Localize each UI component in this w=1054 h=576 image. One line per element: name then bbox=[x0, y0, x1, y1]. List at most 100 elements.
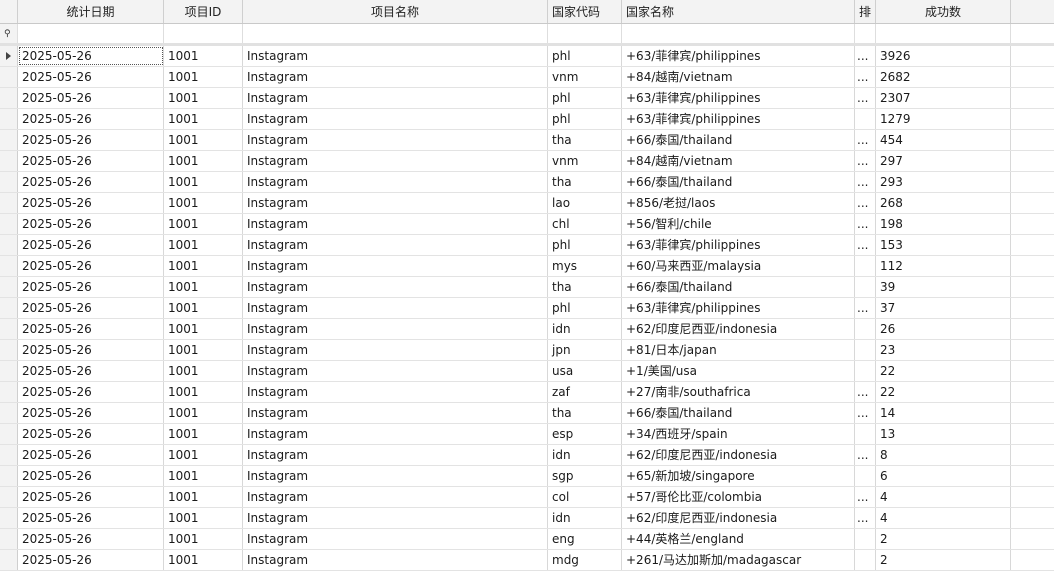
cell-truncated[interactable] bbox=[855, 424, 876, 444]
cell-success-count[interactable]: 37 bbox=[876, 298, 1011, 318]
cell-project-id[interactable]: 1001 bbox=[164, 529, 243, 549]
cell-project-id[interactable]: 1001 bbox=[164, 277, 243, 297]
row-indicator[interactable] bbox=[0, 46, 18, 66]
cell-country-code[interactable]: jpn bbox=[548, 340, 622, 360]
cell-country-code[interactable]: phl bbox=[548, 109, 622, 129]
auto-filter-row[interactable]: ⚲ bbox=[0, 24, 1054, 46]
cell-project-name[interactable]: Instagram bbox=[243, 445, 548, 465]
cell-project-id[interactable]: 1001 bbox=[164, 67, 243, 87]
cell-country-code[interactable]: idn bbox=[548, 319, 622, 339]
cell-date[interactable]: 2025-05-26 bbox=[18, 256, 164, 276]
table-row[interactable]: 2025-05-26 1001 Instagram tha +66/泰国/thailan… bbox=[0, 403, 1054, 424]
cell-success-count[interactable]: 13 bbox=[876, 424, 1011, 444]
cell-country-name[interactable]: +62/印度尼西亚/indonesia bbox=[622, 508, 855, 528]
cell-truncated[interactable]: ... bbox=[855, 487, 876, 507]
table-row[interactable]: 2025-05-26 1001 Instagram vnm +84/越南/vietnam… bbox=[0, 151, 1054, 172]
cell-success-count[interactable]: 3926 bbox=[876, 46, 1011, 66]
cell-country-code[interactable]: mdg bbox=[548, 550, 622, 570]
row-indicator[interactable] bbox=[0, 403, 18, 423]
cell-country-name[interactable]: +66/泰国/thailand bbox=[622, 172, 855, 192]
cell-project-id[interactable]: 1001 bbox=[164, 466, 243, 486]
cell-country-name[interactable]: +63/菲律宾/philippines bbox=[622, 46, 855, 66]
row-indicator[interactable] bbox=[0, 529, 18, 549]
cell-country-code[interactable]: phl bbox=[548, 88, 622, 108]
table-row[interactable]: 2025-05-26 1001 Instagram tha +66/泰国/thailan… bbox=[0, 277, 1054, 298]
cell-success-count[interactable]: 4 bbox=[876, 508, 1011, 528]
cell-truncated[interactable]: ... bbox=[855, 88, 876, 108]
filter-cell-date[interactable] bbox=[18, 24, 164, 43]
cell-project-name[interactable]: Instagram bbox=[243, 403, 548, 423]
cell-country-code[interactable]: tha bbox=[548, 277, 622, 297]
cell-project-name[interactable]: Instagram bbox=[243, 298, 548, 318]
row-indicator[interactable] bbox=[0, 340, 18, 360]
cell-project-id[interactable]: 1001 bbox=[164, 214, 243, 234]
row-indicator[interactable] bbox=[0, 319, 18, 339]
cell-success-count[interactable]: 297 bbox=[876, 151, 1011, 171]
cell-project-id[interactable]: 1001 bbox=[164, 46, 243, 66]
filter-cell-project-id[interactable] bbox=[164, 24, 243, 43]
cell-country-code[interactable]: tha bbox=[548, 403, 622, 423]
column-header-project-id[interactable]: 项目ID bbox=[164, 0, 243, 23]
table-row[interactable]: 2025-05-26 1001 Instagram tha +66/泰国/thailan… bbox=[0, 172, 1054, 193]
cell-country-code[interactable]: esp bbox=[548, 424, 622, 444]
cell-country-name[interactable]: +66/泰国/thailand bbox=[622, 277, 855, 297]
table-row[interactable]: 2025-05-26 1001 Instagram tha +66/泰国/thailan… bbox=[0, 130, 1054, 151]
cell-truncated[interactable]: ... bbox=[855, 508, 876, 528]
cell-success-count[interactable]: 6 bbox=[876, 466, 1011, 486]
cell-date[interactable]: 2025-05-26 bbox=[18, 319, 164, 339]
cell-country-name[interactable]: +34/西班牙/spain bbox=[622, 424, 855, 444]
cell-project-name[interactable]: Instagram bbox=[243, 235, 548, 255]
cell-date[interactable]: 2025-05-26 bbox=[18, 277, 164, 297]
cell-success-count[interactable]: 4 bbox=[876, 487, 1011, 507]
cell-success-count[interactable]: 22 bbox=[876, 361, 1011, 381]
cell-country-code[interactable]: vnm bbox=[548, 67, 622, 87]
cell-date[interactable]: 2025-05-26 bbox=[18, 340, 164, 360]
column-header-truncated[interactable]: 排 bbox=[855, 0, 876, 23]
cell-country-name[interactable]: +63/菲律宾/philippines bbox=[622, 235, 855, 255]
table-row[interactable]: 2025-05-26 1001 Instagram phl +63/菲律宾/philip… bbox=[0, 109, 1054, 130]
cell-date[interactable]: 2025-05-26 bbox=[18, 130, 164, 150]
cell-truncated[interactable] bbox=[855, 319, 876, 339]
column-header-project-name[interactable]: 项目名称 bbox=[243, 0, 548, 23]
cell-project-id[interactable]: 1001 bbox=[164, 508, 243, 528]
cell-success-count[interactable]: 2682 bbox=[876, 67, 1011, 87]
cell-success-count[interactable]: 293 bbox=[876, 172, 1011, 192]
cell-project-id[interactable]: 1001 bbox=[164, 151, 243, 171]
cell-project-id[interactable]: 1001 bbox=[164, 445, 243, 465]
cell-truncated[interactable]: ... bbox=[855, 151, 876, 171]
cell-truncated[interactable] bbox=[855, 529, 876, 549]
cell-truncated[interactable] bbox=[855, 340, 876, 360]
table-row[interactable]: 2025-05-26 1001 Instagram zaf +27/南非/southaf… bbox=[0, 382, 1054, 403]
cell-project-name[interactable]: Instagram bbox=[243, 256, 548, 276]
cell-project-name[interactable]: Instagram bbox=[243, 109, 548, 129]
cell-success-count[interactable]: 112 bbox=[876, 256, 1011, 276]
cell-date[interactable]: 2025-05-26 bbox=[18, 466, 164, 486]
cell-truncated[interactable] bbox=[855, 109, 876, 129]
table-row[interactable]: 2025-05-26 1001 Instagram sgp +65/新加坡/singap… bbox=[0, 466, 1054, 487]
column-header-success-count[interactable]: 成功数 bbox=[876, 0, 1011, 23]
table-row[interactable]: 2025-05-26 1001 Instagram eng +44/英格兰/englan… bbox=[0, 529, 1054, 550]
cell-date[interactable]: 2025-05-26 bbox=[18, 403, 164, 423]
cell-project-name[interactable]: Instagram bbox=[243, 487, 548, 507]
cell-country-name[interactable]: +84/越南/vietnam bbox=[622, 151, 855, 171]
column-header-country-code[interactable]: 国家代码 bbox=[548, 0, 622, 23]
cell-country-name[interactable]: +27/南非/southafrica bbox=[622, 382, 855, 402]
cell-country-name[interactable]: +62/印度尼西亚/indonesia bbox=[622, 319, 855, 339]
cell-truncated[interactable] bbox=[855, 550, 876, 570]
cell-country-code[interactable]: phl bbox=[548, 298, 622, 318]
row-indicator[interactable] bbox=[0, 67, 18, 87]
cell-truncated[interactable]: ... bbox=[855, 130, 876, 150]
cell-country-code[interactable]: mys bbox=[548, 256, 622, 276]
cell-project-id[interactable]: 1001 bbox=[164, 340, 243, 360]
cell-country-name[interactable]: +1/美国/usa bbox=[622, 361, 855, 381]
cell-success-count[interactable]: 8 bbox=[876, 445, 1011, 465]
cell-project-id[interactable]: 1001 bbox=[164, 235, 243, 255]
table-row[interactable]: 2025-05-26 1001 Instagram usa +1/美国/usa 22 bbox=[0, 361, 1054, 382]
row-indicator[interactable] bbox=[0, 214, 18, 234]
filter-cell-country-code[interactable] bbox=[548, 24, 622, 43]
cell-project-id[interactable]: 1001 bbox=[164, 172, 243, 192]
table-row[interactable]: 2025-05-26 1001 Instagram col +57/哥伦比亚/colom… bbox=[0, 487, 1054, 508]
row-indicator[interactable] bbox=[0, 193, 18, 213]
cell-success-count[interactable]: 26 bbox=[876, 319, 1011, 339]
cell-country-code[interactable]: idn bbox=[548, 508, 622, 528]
